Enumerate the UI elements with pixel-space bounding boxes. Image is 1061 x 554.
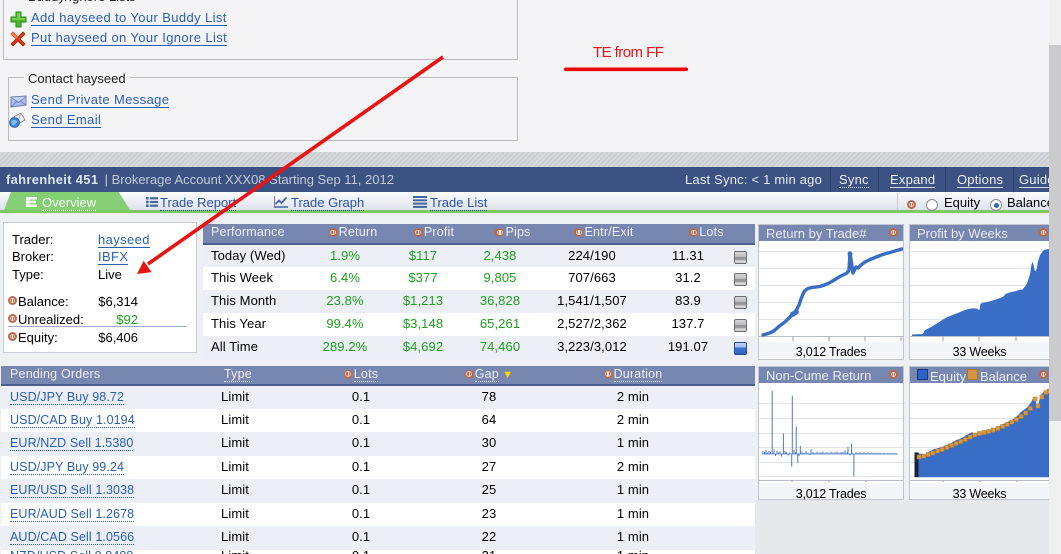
svg-text:TE from FF: TE from FF bbox=[593, 44, 664, 61]
